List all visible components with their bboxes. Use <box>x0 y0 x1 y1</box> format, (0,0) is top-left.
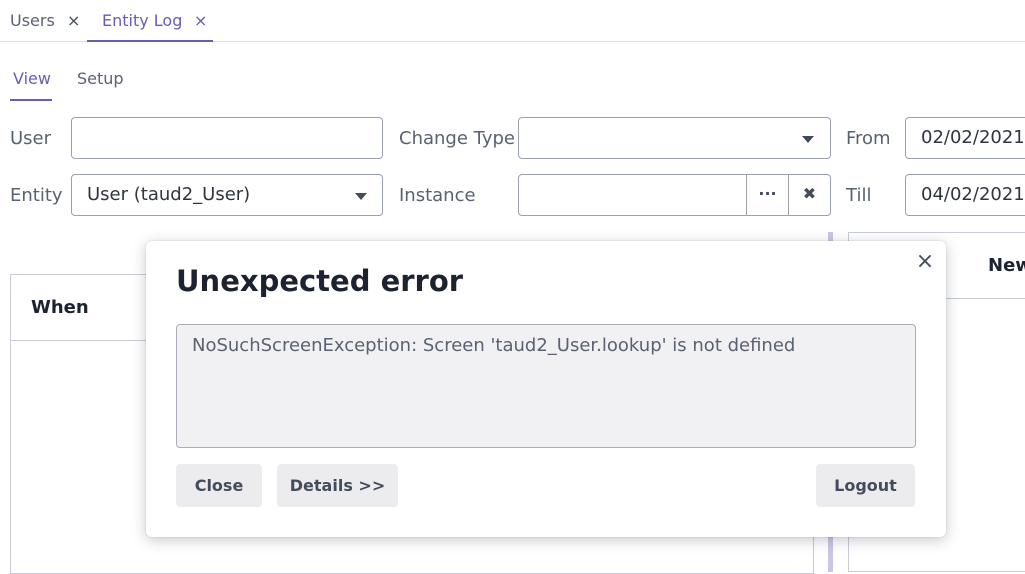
subtab-view[interactable]: View <box>13 66 51 92</box>
entity-label: Entity <box>10 185 63 206</box>
till-label: Till <box>846 185 872 206</box>
tab-users-label: Users <box>10 11 55 30</box>
error-message: NoSuchScreenException: Screen 'taud2_Use… <box>192 335 796 356</box>
active-tab-indicator <box>87 40 213 42</box>
entity-select[interactable]: User (taud2_User) <box>71 174 383 216</box>
error-dialog: Unexpected error × NoSuchScreenException… <box>146 241 946 537</box>
dialog-title: Unexpected error <box>176 264 464 298</box>
chevron-down-icon <box>802 136 814 143</box>
change-type-select[interactable] <box>518 117 831 159</box>
details-button[interactable]: Details >> <box>277 464 398 507</box>
entity-value: User (taud2_User) <box>87 184 251 205</box>
error-message-area[interactable]: NoSuchScreenException: Screen 'taud2_Use… <box>176 324 916 448</box>
logout-button[interactable]: Logout <box>816 464 915 507</box>
tab-users-close-icon[interactable]: × <box>67 0 80 42</box>
instance-label: Instance <box>399 185 476 206</box>
active-subtab-indicator <box>10 99 52 101</box>
tab-entity-log[interactable]: Entity Log × <box>102 0 212 42</box>
tab-entity-log-label: Entity Log <box>102 11 183 30</box>
change-type-label: Change Type <box>399 128 515 149</box>
close-icon[interactable]: × <box>914 251 936 273</box>
clear-icon[interactable]: ✖ <box>788 175 830 215</box>
more-icon[interactable]: ··· <box>746 175 788 215</box>
instance-picker-field[interactable]: ··· ✖ <box>518 174 831 216</box>
tab-bar: Users × Entity Log × <box>0 0 1025 42</box>
tab-users[interactable]: Users × <box>10 0 85 42</box>
user-input[interactable] <box>71 117 383 159</box>
tab-entity-log-close-icon[interactable]: × <box>194 0 207 42</box>
till-date-field[interactable]: 04/02/2021 <box>905 174 1025 216</box>
from-label: From <box>846 128 891 149</box>
subtab-setup[interactable]: Setup <box>77 66 124 92</box>
user-label: User <box>10 128 52 149</box>
close-button[interactable]: Close <box>176 464 262 507</box>
from-date-field[interactable]: 02/02/2021 <box>905 117 1025 159</box>
chevron-down-icon <box>355 193 367 200</box>
